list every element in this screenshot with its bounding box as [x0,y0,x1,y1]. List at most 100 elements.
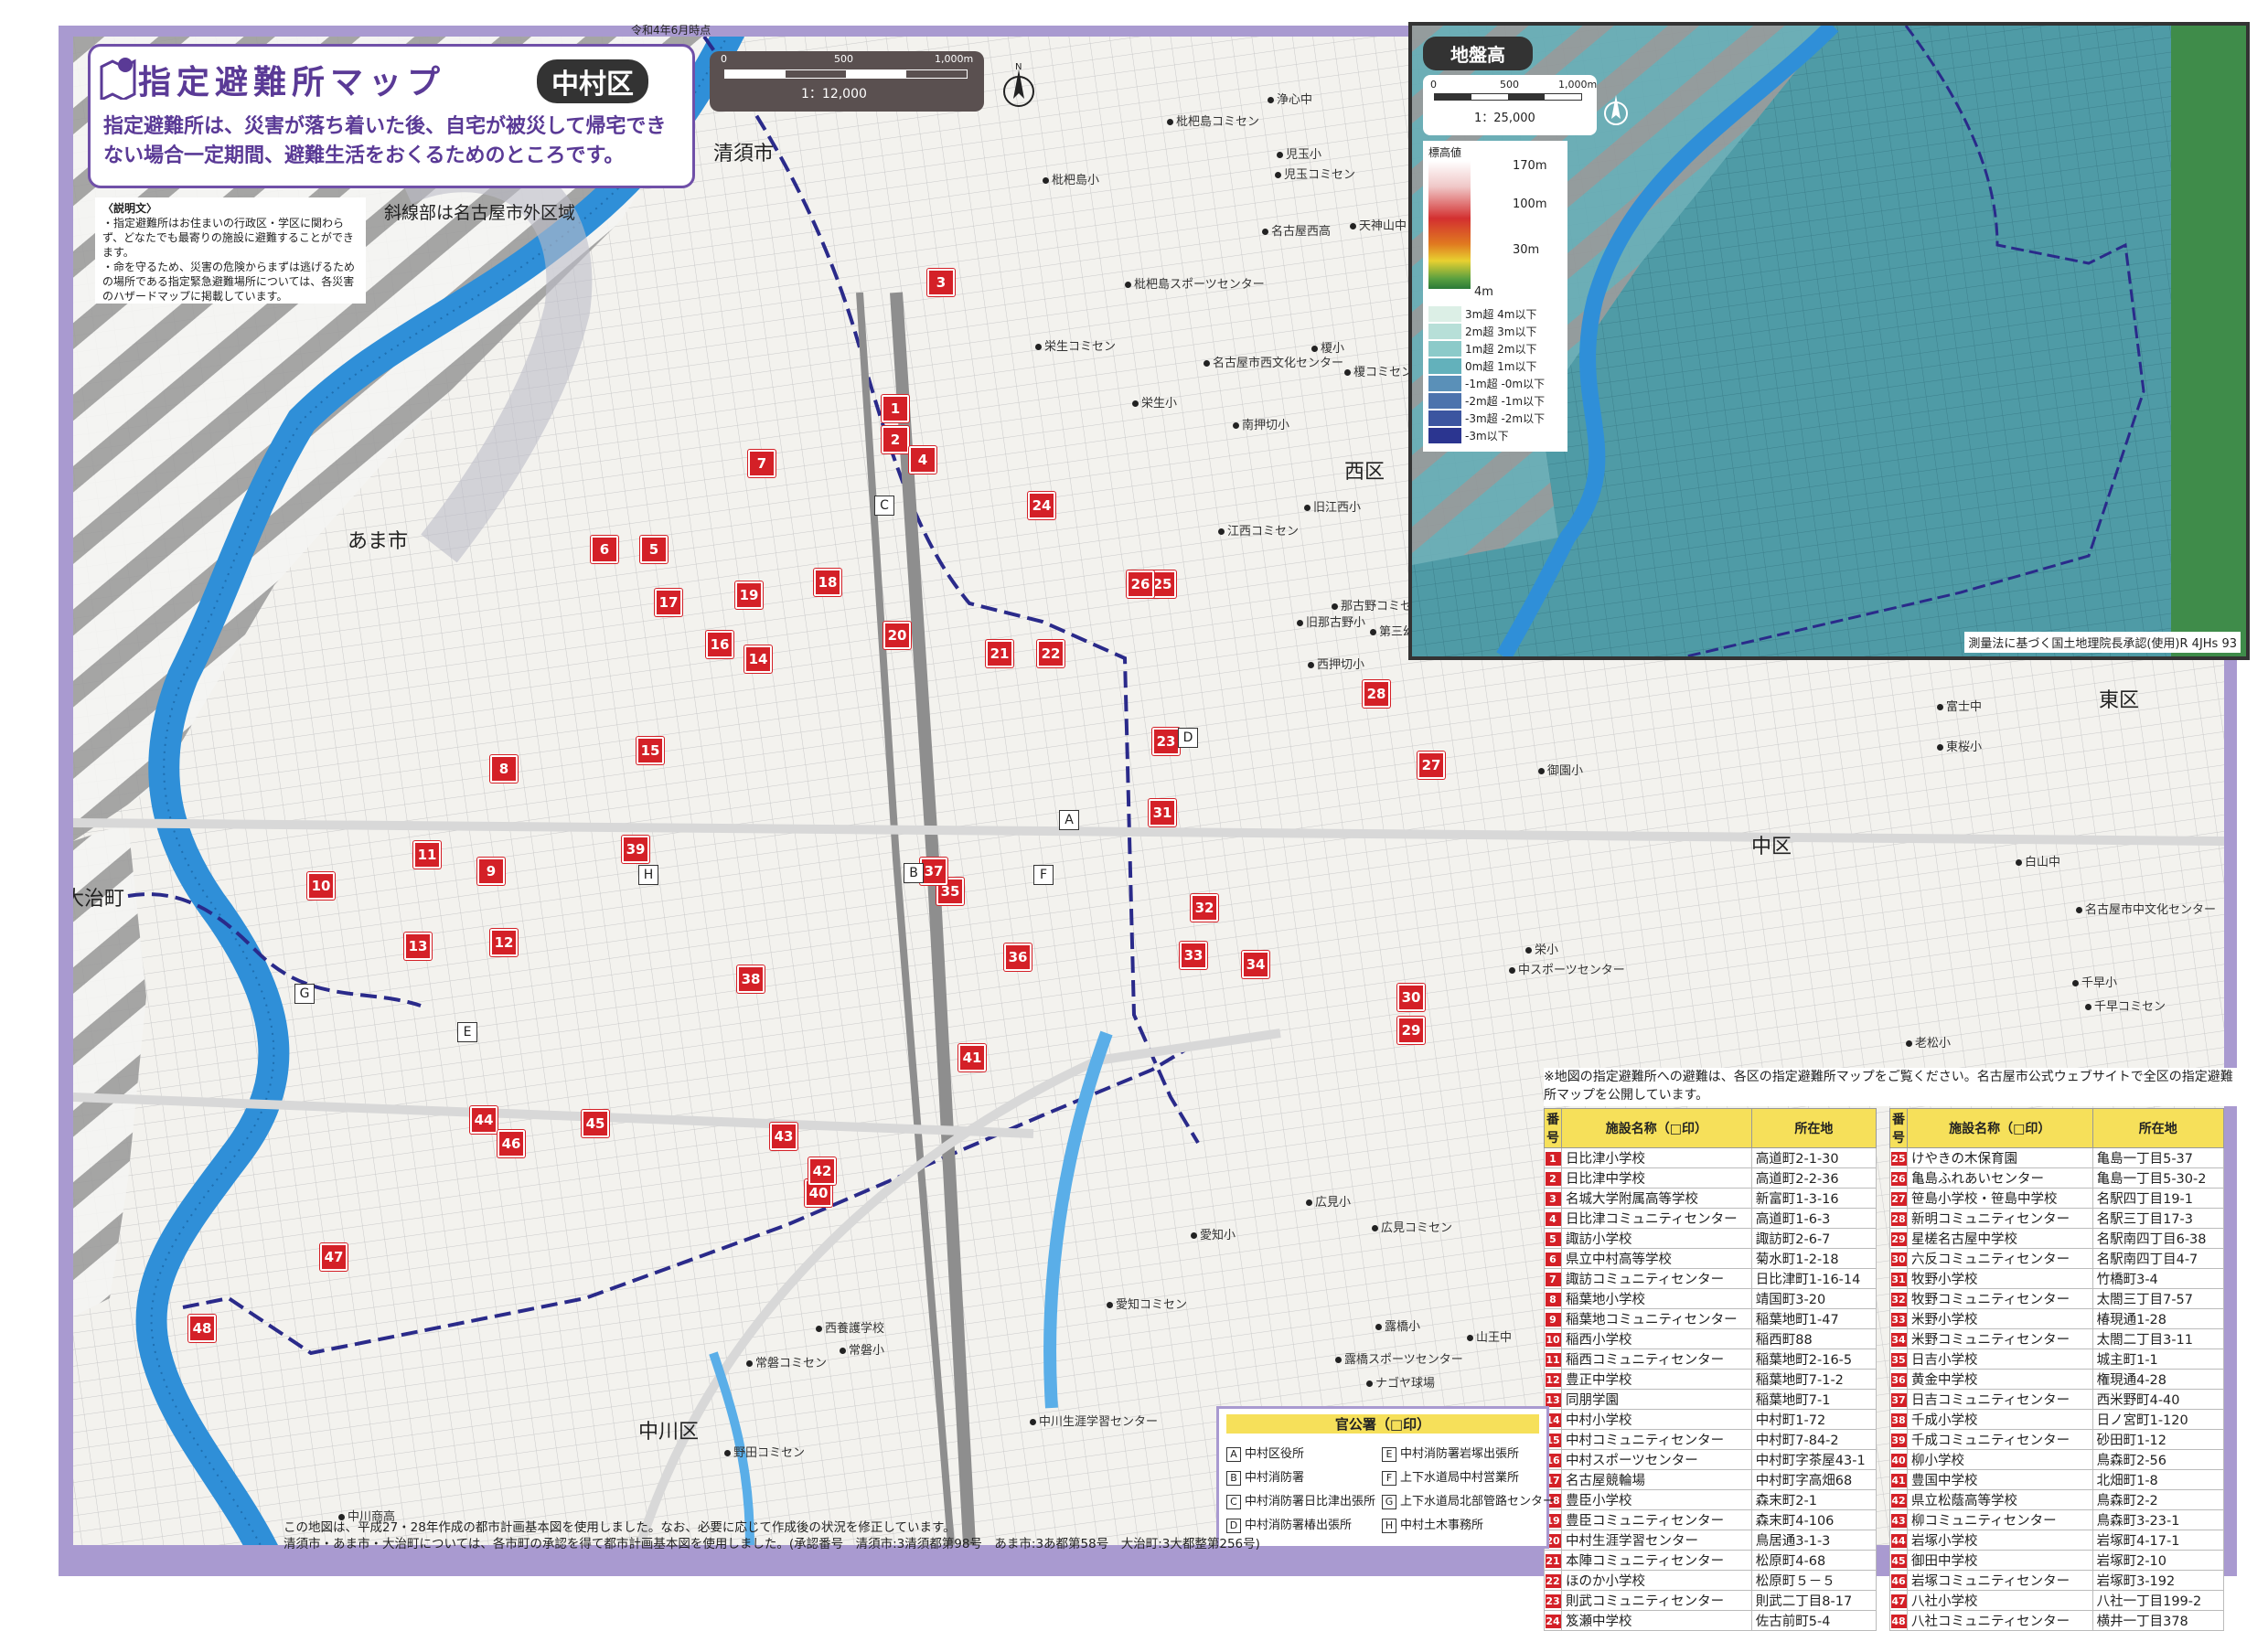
shelter-pin-42[interactable]: 42 [808,1157,836,1185]
office-marker-h[interactable]: H [638,865,658,885]
shelter-pin-44[interactable]: 44 [470,1106,497,1134]
shelter-pin-45[interactable]: 45 [582,1110,609,1137]
shelter-pin-8[interactable]: 8 [490,755,518,783]
office-marker-b[interactable]: B [904,863,924,883]
shelter-pin-20[interactable]: 20 [883,622,911,649]
shelter-pin-31[interactable]: 31 [1149,799,1176,826]
table-row: 43 柳コミュニティセンター 鳥森町3-23-1 [1889,1509,2225,1530]
legend-swatch [1428,428,1461,443]
shelter-pin-28[interactable]: 28 [1363,680,1390,708]
facility-number: 2 [1544,1167,1562,1189]
facility-address: 竹橋町3-4 [2091,1268,2225,1289]
shelter-pin-32[interactable]: 32 [1191,894,1218,922]
shelter-pin-2[interactable]: 2 [882,426,909,453]
shelter-pin-33[interactable]: 33 [1180,942,1207,969]
office-marker-e[interactable]: E [457,1022,477,1042]
shelter-pin-19[interactable]: 19 [735,581,763,609]
facility-number: 9 [1544,1308,1562,1329]
shelter-pin-6[interactable]: 6 [591,536,618,563]
table-row: 28 新明コミュニティセンター 名駅三丁目17-3 [1889,1208,2225,1229]
table-row: 48 八社コミュニティセンター 横井一丁目378 [1889,1610,2225,1631]
shelter-pin-5[interactable]: 5 [640,536,668,563]
facility-name: 則武コミュニティセンター [1561,1590,1752,1611]
shelter-pin-37[interactable]: 37 [920,858,947,885]
shelter-pin-14[interactable]: 14 [744,645,772,673]
col-header-number: 番号 [1889,1108,1908,1148]
table-row: 29 星槎名古屋中学校 名駅南四丁目6-38 [1889,1228,2225,1249]
place-label: 旧那古野小 [1297,613,1365,630]
facility-name: 豊正中学校 [1561,1369,1752,1390]
shelter-pin-30[interactable]: 30 [1397,984,1425,1011]
shelter-pin-34[interactable]: 34 [1242,951,1269,978]
shelter-pin-27[interactable]: 27 [1418,752,1445,779]
facility-name: 名古屋競輪場 [1561,1469,1752,1490]
place-label: 愛知小 [1191,1225,1236,1242]
shelter-pin-10[interactable]: 10 [307,872,335,900]
elevation-legend: 標高値 170m 100m 30m 4m 3m超 4m以下 2m超 3m以下 1m超… [1423,141,1567,452]
shelter-pin-18[interactable]: 18 [814,569,841,596]
table-row: 32 牧野コミュニティセンター 太閤三丁目7-57 [1889,1288,2225,1309]
office-marker-a[interactable]: A [1059,810,1079,830]
place-label: 名古屋市中文化センター [2076,900,2216,917]
gradient-label: 4m [1474,285,1493,299]
place-label: 旧江西小 [1304,497,1361,515]
facility-address: 太閤二丁目3-11 [2091,1328,2225,1349]
office-marker-f[interactable]: F [1033,865,1054,885]
facility-address: 佐古前町5-4 [1750,1610,1878,1631]
shelter-pin-38[interactable]: 38 [737,965,765,993]
shelter-pin-48[interactable]: 48 [188,1315,216,1342]
shelter-pin-41[interactable]: 41 [958,1044,986,1071]
shelter-pin-23[interactable]: 23 [1152,728,1180,755]
facility-address: 横井一丁目378 [2091,1610,2225,1631]
facility-address: 稲葉地町2-16-5 [1750,1349,1878,1370]
legend-class: 3m超 4m以下 [1428,305,1566,323]
office-marker-g[interactable]: G [294,984,315,1004]
shelter-pin-1[interactable]: 1 [882,395,909,422]
shelter-pin-22[interactable]: 22 [1037,640,1064,667]
shelter-pin-16[interactable]: 16 [706,631,733,658]
facility-address: 日ノ宮町1-120 [2091,1409,2225,1430]
place-label: 西養護学校 [816,1318,884,1336]
ward-label-naka: 中区 [1751,836,1792,858]
table-row: 40 柳小学校 鳥森町2-56 [1889,1449,2225,1470]
facility-name: 日比津コミュニティセンター [1561,1208,1752,1229]
office-marker-d[interactable]: D [1178,728,1198,748]
shelter-pin-11[interactable]: 11 [413,841,441,869]
legend-swatch [1428,376,1461,391]
place-label: 老松小 [1906,1033,1951,1050]
notice-text: ※地図の指定避難所への避難は、各区の指定避難所マップをご覧ください。名古屋市公式… [1544,1068,2239,1106]
legend-title: 標高値 [1428,146,1462,159]
ground-elevation-inset-map[interactable]: 地盤高 0 500 1,000m 1：25,000 標高値 170m 100m … [1408,22,2250,660]
facility-name: 名城大学附属高等学校 [1561,1188,1752,1209]
facility-address: 菊水町1-2-18 [1750,1248,1878,1269]
shelter-pin-39[interactable]: 39 [622,836,649,863]
place-label: ナゴヤ球場 [1366,1373,1435,1391]
table-row: 12 豊正中学校 稲葉地町7-1-2 [1544,1369,1878,1390]
office-marker-c[interactable]: C [874,496,894,516]
facility-name: 豊国中学校 [1907,1469,2093,1490]
shelter-pin-43[interactable]: 43 [770,1123,797,1150]
office-item: H 中村土木事務所 [1382,1515,1483,1533]
shelter-pin-7[interactable]: 7 [748,450,776,477]
shelter-pin-24[interactable]: 24 [1028,492,1055,519]
shelter-pin-36[interactable]: 36 [1004,943,1032,971]
facility-number: 32 [1889,1288,1908,1309]
facility-number: 25 [1889,1147,1908,1168]
shelter-pin-47[interactable]: 47 [320,1243,348,1271]
shelter-pin-46[interactable]: 46 [497,1130,525,1157]
shelter-pin-4[interactable]: 4 [909,446,936,474]
shelter-pin-12[interactable]: 12 [490,929,518,956]
shelter-pin-26[interactable]: 26 [1127,570,1154,598]
shelter-pin-3[interactable]: 3 [927,269,955,296]
facility-address: 西米野町4-40 [2091,1389,2225,1410]
shelter-pin-29[interactable]: 29 [1397,1017,1425,1044]
facility-address: 鳥森町2-2 [2091,1489,2225,1510]
shelter-pin-15[interactable]: 15 [637,737,664,764]
facility-number: 26 [1889,1167,1908,1189]
shelter-pin-13[interactable]: 13 [404,933,432,960]
table-row: 4 日比津コミュニティセンター 高道町1-6-3 [1544,1208,1878,1229]
shelter-pin-17[interactable]: 17 [655,589,682,616]
shelter-pin-21[interactable]: 21 [986,640,1013,667]
facility-name: 新明コミュニティセンター [1907,1208,2093,1229]
shelter-pin-9[interactable]: 9 [477,858,505,885]
